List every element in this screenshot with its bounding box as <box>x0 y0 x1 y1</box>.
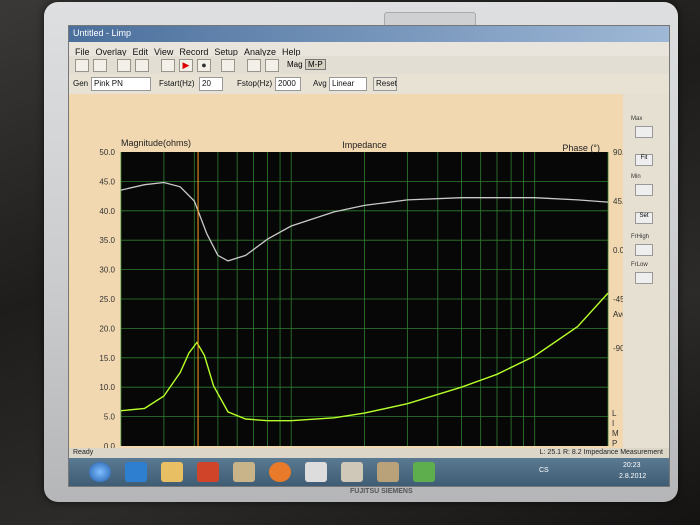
cal-icon[interactable] <box>221 59 235 72</box>
y-tick-left: 30.0 <box>99 266 115 275</box>
gen-select[interactable]: Pink PN <box>91 77 151 91</box>
clock-time[interactable]: 20:23 <box>623 462 641 469</box>
unzoom-icon[interactable] <box>265 59 279 72</box>
avg-label: Avg <box>313 79 327 88</box>
explorer-icon[interactable] <box>161 462 183 482</box>
y-tick-right: -90.0 <box>613 344 623 353</box>
y-axis-label-right: Phase (°) <box>562 143 600 153</box>
zoom-icon[interactable] <box>247 59 261 72</box>
y-tick-right: 45.0 <box>613 197 623 206</box>
max-label: Max <box>631 116 643 122</box>
y-tick-left: 50.0 <box>99 148 115 157</box>
fit-button[interactable]: Fit <box>635 154 653 166</box>
generator-bar: Gen Pink PN Fstart(Hz) 20 Fstop(Hz) 2000… <box>69 74 669 94</box>
y-tick-left: 20.0 <box>99 324 115 333</box>
taskbar: CS 20:23 2.8.2012 <box>69 458 669 486</box>
laptop-screen: Untitled - Limp File Overlay Edit View Recor… <box>68 25 670 487</box>
side-label-char: P <box>612 439 617 448</box>
open-icon[interactable] <box>75 59 89 72</box>
language-indicator[interactable]: CS <box>539 467 549 474</box>
status-right: L: 25.1 R: 8.2 Impedance Measurement <box>539 449 663 456</box>
copy-icon[interactable] <box>117 59 131 72</box>
y-axis-label-left: Magnitude(ohms) <box>121 138 191 148</box>
status-ready: Ready <box>73 449 94 456</box>
fstart-label: Fstart(Hz) <box>159 79 195 88</box>
graph-panel: 50.0 45.0 40.0 35.0 30.0 25.0 20.0 15.0 10.0 5.0 0… <box>69 94 669 470</box>
media-player-icon[interactable] <box>197 462 219 482</box>
mag-label[interactable]: Mag <box>287 60 303 69</box>
y-tick-left: 25.0 <box>99 295 115 304</box>
y-tick-right: -45.0 <box>613 295 623 304</box>
min-spinner[interactable] <box>635 184 653 196</box>
gen-label: Gen <box>73 79 89 88</box>
pause-icon[interactable] <box>161 59 175 72</box>
save-icon[interactable] <box>93 59 107 72</box>
chart-title: Impedance <box>342 140 387 150</box>
reset-button[interactable]: Reset <box>373 77 397 91</box>
y-tick-left: 10.0 <box>99 383 115 392</box>
app4-icon[interactable] <box>413 462 435 482</box>
set-button[interactable]: Set <box>635 212 653 224</box>
avg-label: Avg:2 <box>613 310 623 319</box>
record-icon[interactable]: ● <box>197 59 211 72</box>
side-label-char: I <box>612 419 614 428</box>
window-title: Untitled - Limp <box>73 28 132 38</box>
side-panel: Max Fit Min Set FrHigh FrLow <box>623 94 669 448</box>
frhigh-label: FrHigh <box>631 234 650 240</box>
y-tick-right: 90.0 <box>613 148 623 157</box>
app-icon[interactable] <box>233 462 255 482</box>
firefox-icon[interactable] <box>269 462 291 482</box>
frhigh-spinner[interactable] <box>635 244 653 256</box>
frlow-label: FrLow <box>631 262 648 268</box>
min-label: Min <box>631 174 641 180</box>
paste-icon[interactable] <box>135 59 149 72</box>
status-bar: Ready L: 25.1 R: 8.2 Impedance Measureme… <box>69 448 669 458</box>
side-label-char: M <box>612 429 619 438</box>
max-spinner[interactable] <box>635 126 653 138</box>
y-tick-left: 15.0 <box>99 354 115 363</box>
app3-icon[interactable] <box>341 462 363 482</box>
impedance-chart: 50.0 45.0 40.0 35.0 30.0 25.0 20.0 15.0 10.0 5.0 0… <box>99 138 633 470</box>
y-tick-right: 0.0 <box>613 246 623 255</box>
y-tick-left: 40.0 <box>99 207 115 216</box>
play-icon[interactable]: ▶ <box>179 59 193 72</box>
ie-icon[interactable] <box>125 462 147 482</box>
mp-button[interactable]: M-P <box>305 59 326 70</box>
y-tick-left: 35.0 <box>99 236 115 245</box>
app2-icon[interactable] <box>305 462 327 482</box>
laptop-brand: FUJITSU SIEMENS <box>350 488 413 495</box>
limp-task-icon[interactable] <box>377 462 399 482</box>
y-tick-left: 45.0 <box>99 177 115 186</box>
fstop-input[interactable]: 2000 <box>275 77 301 91</box>
fstart-input[interactable]: 20 <box>199 77 223 91</box>
clock-date[interactable]: 2.8.2012 <box>619 473 646 480</box>
side-label-char: L <box>612 409 617 418</box>
toolbar: ▶ ● Mag M-P <box>69 56 669 75</box>
y-tick-left: 5.0 <box>104 413 116 422</box>
menu-bar: File Overlay Edit View Record Setup Analyze Hel… <box>69 42 669 57</box>
frlow-spinner[interactable] <box>635 272 653 284</box>
fstop-label: Fstop(Hz) <box>237 79 273 88</box>
avg-select[interactable]: Linear <box>329 77 367 91</box>
window-titlebar: Untitled - Limp <box>69 26 669 42</box>
start-button-icon[interactable] <box>89 462 111 482</box>
